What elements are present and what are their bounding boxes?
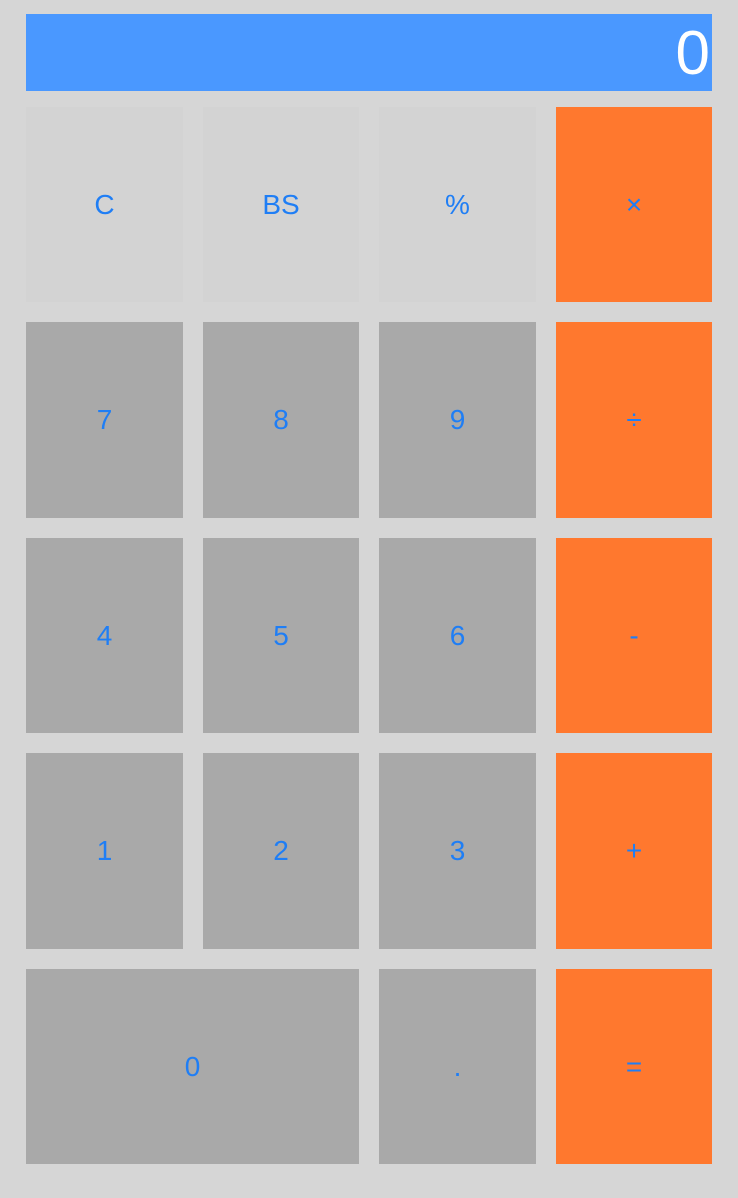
digit-6-button[interactable]: 6	[379, 538, 536, 733]
backspace-button[interactable]: BS	[203, 107, 359, 302]
calculator-app: 0 C BS % × 7 8 9 ÷ 4 5 6 - 1 2 3 + 0 . =	[0, 0, 738, 1198]
digit-0-button[interactable]: 0	[26, 969, 359, 1164]
keypad: C BS % × 7 8 9 ÷ 4 5 6 - 1 2 3 + 0 . =	[26, 107, 712, 1164]
divide-button[interactable]: ÷	[556, 322, 712, 518]
result-display: 0	[26, 14, 712, 91]
digit-8-button[interactable]: 8	[203, 322, 359, 518]
add-button[interactable]: +	[556, 753, 712, 949]
decimal-button[interactable]: .	[379, 969, 536, 1164]
clear-button[interactable]: C	[26, 107, 183, 302]
digit-4-button[interactable]: 4	[26, 538, 183, 733]
subtract-button[interactable]: -	[556, 538, 712, 733]
digit-9-button[interactable]: 9	[379, 322, 536, 518]
multiply-button[interactable]: ×	[556, 107, 712, 302]
digit-7-button[interactable]: 7	[26, 322, 183, 518]
percent-button[interactable]: %	[379, 107, 536, 302]
digit-2-button[interactable]: 2	[203, 753, 359, 949]
display-value: 0	[675, 18, 710, 88]
equals-button[interactable]: =	[556, 969, 712, 1164]
digit-1-button[interactable]: 1	[26, 753, 183, 949]
digit-3-button[interactable]: 3	[379, 753, 536, 949]
digit-5-button[interactable]: 5	[203, 538, 359, 733]
